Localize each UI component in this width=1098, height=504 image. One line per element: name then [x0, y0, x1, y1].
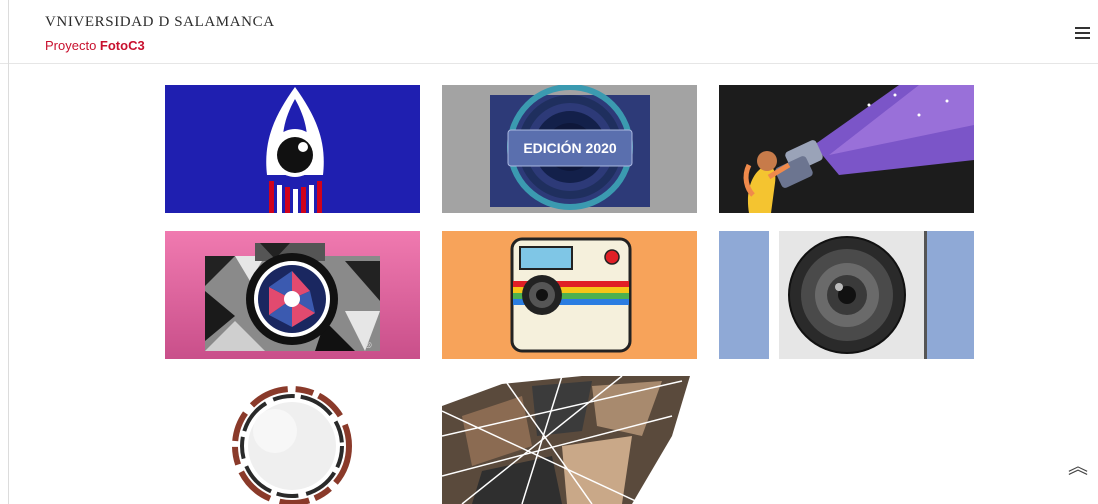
gallery-item-camera-lens-poster[interactable] [719, 231, 974, 359]
camera-lens-image [719, 231, 974, 359]
double-chevron-up-icon[interactable]: ︽ [1066, 455, 1090, 479]
geometric-camera-image: ◎ [165, 231, 420, 359]
project-name: FotoC3 [99, 38, 145, 53]
page-edge-divider [8, 0, 9, 504]
project-prefix: Proyecto [45, 38, 100, 53]
site-header: VNIVERSIDAD D SALAMANCA Proyecto FotoC3 [0, 0, 1098, 64]
gallery-item-paper-circle-poster[interactable] [165, 376, 420, 504]
gallery-item-instant-camera-poster[interactable] [442, 231, 697, 359]
gallery-item-girl-with-binoculars-poster[interactable] [719, 85, 974, 213]
paper-circle-image [165, 376, 420, 504]
gallery-item-photo-collage-poster[interactable] [442, 376, 697, 504]
gallery-item-edicion-2020-lens-poster[interactable]: EDICIÓN 2020 [442, 85, 697, 213]
edicion-2020-lens-image: EDICIÓN 2020 [442, 85, 697, 213]
gallery-item-geometric-camera-poster[interactable]: ◎ [165, 231, 420, 359]
rocket-eye-image [165, 85, 420, 213]
hamburger-icon[interactable] [1075, 27, 1090, 39]
university-logo-text[interactable]: VNIVERSIDAD D SALAMANCA [45, 14, 275, 31]
girl-with-binoculars-image [719, 85, 974, 213]
edicion-2020-badge-text: EDICIÓN 2020 [523, 139, 617, 156]
instant-camera-image [442, 231, 697, 359]
gallery-item-rocket-eye-poster[interactable] [165, 85, 420, 213]
project-title[interactable]: Proyecto FotoC3 [45, 38, 145, 53]
svg-text:◎: ◎ [365, 340, 372, 349]
photo-collage-image [442, 376, 697, 504]
